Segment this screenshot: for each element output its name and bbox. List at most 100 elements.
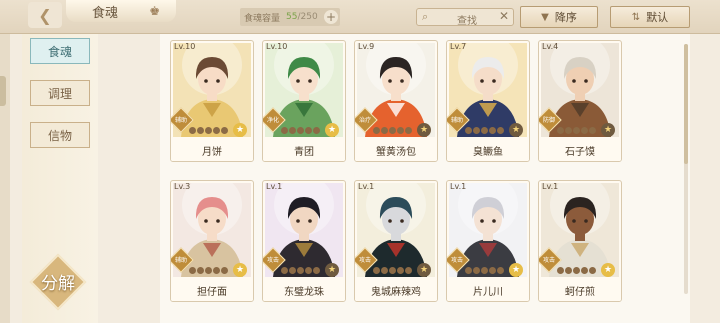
- card-name: 担仔面: [171, 279, 253, 301]
- sort-order-button[interactable]: ▼ 降序: [520, 6, 598, 28]
- search-placeholder: 查找: [457, 16, 477, 27]
- star-slot-icon: [205, 127, 212, 134]
- role-badge-label: 净化: [266, 117, 279, 124]
- star-rating: [373, 127, 412, 134]
- character-card[interactable]: Lv.1 攻击 ★ 东璧龙珠: [262, 180, 346, 302]
- star-rating: [373, 267, 412, 274]
- card-name: 月饼: [171, 139, 253, 161]
- star-slot-icon: [297, 267, 304, 274]
- character-card[interactable]: Lv.10 净化 ★ 青团: [262, 40, 346, 162]
- character-card[interactable]: Lv.10 辅助 ★ 月饼: [170, 40, 254, 162]
- role-badge-label: 攻击: [266, 257, 279, 264]
- star-slot-icon: [489, 127, 496, 134]
- character-card[interactable]: Lv.7 辅助 ★ 臭鳜鱼: [446, 40, 530, 162]
- star-slot-icon: [481, 267, 488, 274]
- search-input[interactable]: ⌕ 查找 ✕: [416, 8, 514, 27]
- card-grid: Lv.10 辅助 ★ 月饼 Lv.10 净化 ★ 青团 Lv.9 治疗 ★ 蟹黄汤包 Lv.7 辅助 ★ 臭鳜…: [160, 34, 690, 323]
- capacity-add-button[interactable]: +: [324, 10, 338, 24]
- star-slot-icon: [589, 267, 596, 274]
- role-badge-label: 攻击: [450, 257, 463, 264]
- star-slot-icon: [221, 267, 228, 274]
- star-slot-icon: [313, 127, 320, 134]
- star-rating: [189, 127, 228, 134]
- star-slot-icon: [497, 127, 504, 134]
- star-slot-icon: [213, 267, 220, 274]
- star-slot-icon: [581, 267, 588, 274]
- star-slot-icon: [213, 127, 220, 134]
- scrollbar[interactable]: [684, 44, 688, 294]
- star-slot-icon: [473, 127, 480, 134]
- card-name: 青团: [263, 139, 345, 161]
- star-slot-icon: [581, 127, 588, 134]
- star-slot-icon: [573, 267, 580, 274]
- character-card[interactable]: Lv.1 攻击 ★ 鬼城麻辣鸡: [354, 180, 438, 302]
- star-icon[interactable]: ★: [233, 123, 247, 137]
- scrollbar-thumb[interactable]: [684, 44, 688, 164]
- role-badge-label: 防御: [542, 117, 555, 124]
- tab-xinwu[interactable]: 信物: [30, 122, 90, 148]
- sort-order-icon: ▼: [541, 11, 549, 23]
- character-card[interactable]: Lv.4 防御 ★ 石子馍: [538, 40, 622, 162]
- star-rating: [281, 127, 320, 134]
- star-slot-icon: [389, 127, 396, 134]
- star-icon[interactable]: ★: [417, 123, 431, 137]
- star-icon[interactable]: ★: [509, 123, 523, 137]
- card-name: 蚵仔煎: [539, 279, 621, 301]
- star-icon[interactable]: ★: [325, 263, 339, 277]
- star-icon[interactable]: ★: [601, 263, 615, 277]
- star-slot-icon: [197, 267, 204, 274]
- swap-icon: ⇅: [631, 11, 641, 23]
- card-level: Lv.10: [174, 42, 196, 51]
- clear-icon[interactable]: ✕: [499, 9, 509, 23]
- star-slot-icon: [289, 127, 296, 134]
- star-rating: [465, 127, 504, 134]
- card-level: Lv.1: [266, 182, 283, 191]
- star-slot-icon: [481, 127, 488, 134]
- role-badge-label: 辅助: [450, 117, 463, 124]
- star-slot-icon: [381, 267, 388, 274]
- star-icon[interactable]: ★: [417, 263, 431, 277]
- role-badge-label: 辅助: [174, 117, 187, 124]
- tab-shihun[interactable]: 食魂: [30, 38, 90, 64]
- card-level: Lv.4: [542, 42, 559, 51]
- card-name: 片儿川: [447, 279, 529, 301]
- sort-mode-label: 默认: [646, 11, 669, 24]
- sort-mode-button[interactable]: ⇅ 默认: [610, 6, 690, 28]
- role-badge-label: 攻击: [358, 257, 371, 264]
- star-slot-icon: [221, 127, 228, 134]
- star-slot-icon: [205, 267, 212, 274]
- back-chevron-icon: ❮: [38, 5, 52, 25]
- star-slot-icon: [497, 267, 504, 274]
- capacity-count: 55/250: [286, 12, 318, 22]
- character-card[interactable]: Lv.1 攻击 ★ 片儿川: [446, 180, 530, 302]
- card-level: Lv.1: [542, 182, 559, 191]
- star-icon[interactable]: ★: [233, 263, 247, 277]
- card-level: Lv.1: [450, 182, 467, 191]
- star-slot-icon: [473, 267, 480, 274]
- star-icon[interactable]: ★: [509, 263, 523, 277]
- star-rating: [557, 267, 596, 274]
- star-rating: [189, 267, 228, 274]
- role-badge-label: 治疗: [358, 117, 371, 124]
- star-icon[interactable]: ★: [601, 123, 615, 137]
- star-rating: [281, 267, 320, 274]
- left-rail: [0, 34, 10, 323]
- page-title: 食魂: [92, 5, 119, 21]
- character-card[interactable]: Lv.9 治疗 ★ 蟹黄汤包: [354, 40, 438, 162]
- back-button[interactable]: ❮: [28, 2, 62, 28]
- character-card[interactable]: Lv.3 辅助 ★ 担仔面: [170, 180, 254, 302]
- card-name: 东璧龙珠: [263, 279, 345, 301]
- star-slot-icon: [381, 127, 388, 134]
- role-badge-label: 攻击: [542, 257, 555, 264]
- decompose-button[interactable]: 分解: [29, 253, 87, 311]
- star-slot-icon: [197, 127, 204, 134]
- tab-tiaoli[interactable]: 调理: [30, 80, 90, 106]
- card-name: 臭鳜鱼: [447, 139, 529, 161]
- star-slot-icon: [465, 127, 472, 134]
- character-card[interactable]: Lv.1 攻击 ★ 蚵仔煎: [538, 180, 622, 302]
- star-icon[interactable]: ★: [325, 123, 339, 137]
- star-slot-icon: [397, 127, 404, 134]
- star-slot-icon: [397, 267, 404, 274]
- star-slot-icon: [305, 267, 312, 274]
- card-level: Lv.7: [450, 42, 467, 51]
